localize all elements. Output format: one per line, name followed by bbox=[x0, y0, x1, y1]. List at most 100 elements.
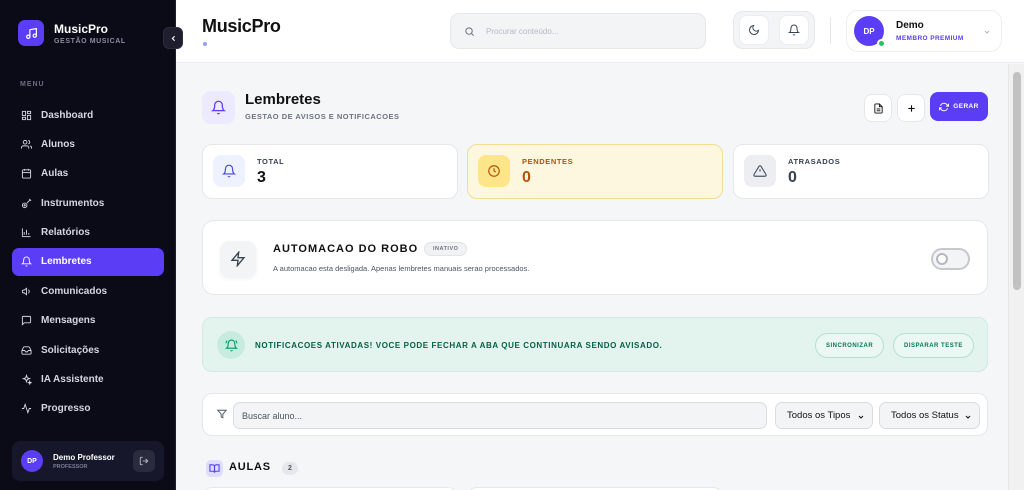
type-select[interactable]: Todos os Tipos bbox=[775, 402, 873, 429]
search-input[interactable] bbox=[486, 26, 686, 36]
refresh-icon bbox=[939, 102, 950, 111]
sidebar-item-instrumentos[interactable]: Instrumentos bbox=[12, 189, 164, 217]
sidebar-item-label: Solicitações bbox=[41, 344, 100, 356]
notification-banner: NOTIFICACOES ATIVADAS! VOCE PODE FECHAR … bbox=[202, 317, 988, 372]
chevron-down-icon bbox=[984, 30, 990, 34]
profile-menu[interactable]: DP Demo MEMBRO PREMIUM bbox=[846, 10, 1002, 52]
inbox-icon bbox=[21, 346, 32, 355]
logout-button[interactable] bbox=[133, 450, 155, 472]
page-title: Lembretes bbox=[245, 91, 321, 108]
sidebar-user-card[interactable]: DP Demo Professor PROFESSOR bbox=[12, 441, 164, 481]
sidebar-item-relatorios[interactable]: Relatórios bbox=[12, 219, 164, 247]
clock-icon bbox=[478, 155, 510, 187]
status-dot bbox=[203, 42, 207, 46]
page-subtitle: GESTAO DE AVISOS E NOTIFICACOES bbox=[245, 112, 400, 121]
book-icon bbox=[206, 460, 223, 477]
automation-description: A automacao esta desligada. Apenas lembr… bbox=[273, 264, 530, 273]
add-reminder-button[interactable] bbox=[897, 94, 925, 122]
plus-icon bbox=[907, 104, 915, 112]
sidebar-item-alunos[interactable]: Alunos bbox=[12, 130, 164, 158]
sidebar-item-progresso[interactable]: Progresso bbox=[12, 395, 164, 423]
sidebar-item-label: Lembretes bbox=[41, 256, 92, 268]
automation-card: AUTOMACAO DO ROBO INATIVO A automacao es… bbox=[202, 220, 988, 295]
avatar: DP bbox=[854, 16, 886, 48]
send-test-button[interactable]: DISPARAR TESTE bbox=[893, 333, 974, 358]
sync-button[interactable]: SINCRONIZAR bbox=[815, 333, 885, 358]
sidebar-item-dashboard[interactable]: Dashboard bbox=[12, 101, 164, 129]
sidebar-item-label: Alunos bbox=[41, 138, 75, 150]
guitar-icon bbox=[21, 198, 32, 208]
scrollbar[interactable] bbox=[1008, 64, 1024, 490]
bell-icon bbox=[202, 91, 235, 124]
message-icon bbox=[21, 316, 32, 326]
sparkles-icon bbox=[21, 374, 32, 386]
sidebar-item-label: Relatórios bbox=[41, 227, 90, 239]
calendar-icon bbox=[21, 169, 32, 179]
sidebar-user-role: PROFESSOR bbox=[53, 463, 88, 470]
search-icon bbox=[465, 26, 474, 36]
brand-subtitle: GESTÃO MUSICAL bbox=[54, 37, 126, 45]
topbar: MusicPro DP Demo MEMBRO PREMIUM bbox=[176, 0, 1024, 63]
theme-toggle-button[interactable] bbox=[739, 15, 769, 45]
status-select-value: Todos os Status bbox=[891, 410, 959, 421]
topbar-icon-group bbox=[733, 11, 815, 49]
student-search-input[interactable] bbox=[233, 402, 767, 429]
sidebar-item-ia-assistente[interactable]: IA Assistente bbox=[12, 366, 164, 394]
stat-label: ATRASADOS bbox=[788, 157, 841, 166]
status-badge: INATIVO bbox=[424, 242, 468, 256]
generate-label: GERAR bbox=[953, 103, 979, 110]
main-content: Lembretes GESTAO DE AVISOS E NOTIFICACOE… bbox=[176, 64, 1008, 490]
automation-toggle[interactable] bbox=[931, 248, 970, 270]
sidebar-item-label: Mensagens bbox=[41, 315, 96, 327]
stat-value: 3 bbox=[257, 169, 266, 186]
page-title-header: MusicPro bbox=[202, 16, 281, 36]
generate-button[interactable]: GERAR bbox=[930, 92, 988, 121]
stat-label: PENDENTES bbox=[522, 157, 574, 166]
dashboard-icon bbox=[21, 110, 32, 120]
section-count-badge: 2 bbox=[282, 462, 298, 475]
export-document-button[interactable] bbox=[864, 94, 892, 122]
section-title: AULAS bbox=[229, 461, 271, 473]
profile-role: MEMBRO PREMIUM bbox=[896, 35, 964, 42]
lightning-icon bbox=[220, 241, 256, 277]
brand[interactable]: MusicPro GESTÃO MUSICAL bbox=[18, 20, 126, 46]
online-status-dot bbox=[877, 39, 886, 48]
notification-text: NOTIFICACOES ATIVADAS! VOCE PODE FECHAR … bbox=[255, 341, 663, 350]
notifications-button[interactable] bbox=[779, 15, 809, 45]
toggle-knob bbox=[936, 253, 948, 265]
sidebar-item-mensagens[interactable]: Mensagens bbox=[12, 307, 164, 335]
sidebar-item-label: IA Assistente bbox=[41, 374, 104, 386]
filter-icon bbox=[217, 409, 227, 419]
collapse-sidebar-button[interactable] bbox=[163, 27, 183, 49]
status-select[interactable]: Todos os Status bbox=[879, 402, 980, 429]
sidebar-item-comunicados[interactable]: Comunicados bbox=[12, 277, 164, 305]
sidebar-item-label: Comunicados bbox=[41, 285, 108, 297]
automation-title: AUTOMACAO DO ROBO bbox=[273, 243, 419, 255]
activity-icon bbox=[21, 403, 32, 415]
filter-bar: Todos os Tipos Todos os Status bbox=[202, 393, 988, 436]
sidebar-item-aulas[interactable]: Aulas bbox=[12, 160, 164, 188]
sidebar-user-name: Demo Professor bbox=[53, 452, 115, 462]
search-box[interactable] bbox=[450, 13, 706, 49]
avatar-initials: DP bbox=[863, 26, 875, 36]
bell-icon bbox=[21, 256, 32, 267]
document-icon bbox=[873, 102, 883, 114]
menu-label: MENU bbox=[20, 81, 45, 88]
stat-value: 0 bbox=[788, 169, 797, 186]
bell-icon bbox=[788, 24, 800, 36]
sidebar-item-solicitacoes[interactable]: Solicitações bbox=[12, 336, 164, 364]
logout-icon bbox=[139, 456, 149, 466]
music-note-icon bbox=[18, 20, 44, 46]
stat-label: TOTAL bbox=[257, 157, 285, 166]
sidebar: MusicPro GESTÃO MUSICAL MENU Dashboard A… bbox=[0, 0, 176, 490]
stat-value: 0 bbox=[522, 169, 531, 186]
sidebar-item-label: Aulas bbox=[41, 168, 69, 180]
stat-card-total: TOTAL 3 bbox=[202, 144, 458, 199]
alert-triangle-icon bbox=[744, 155, 776, 187]
profile-name: Demo bbox=[896, 20, 924, 31]
scrollbar-thumb[interactable] bbox=[1013, 72, 1021, 290]
brand-name: MusicPro bbox=[54, 21, 109, 36]
bell-ring-icon bbox=[217, 331, 245, 359]
users-icon bbox=[21, 139, 32, 149]
sidebar-item-lembretes[interactable]: Lembretes bbox=[12, 247, 164, 276]
